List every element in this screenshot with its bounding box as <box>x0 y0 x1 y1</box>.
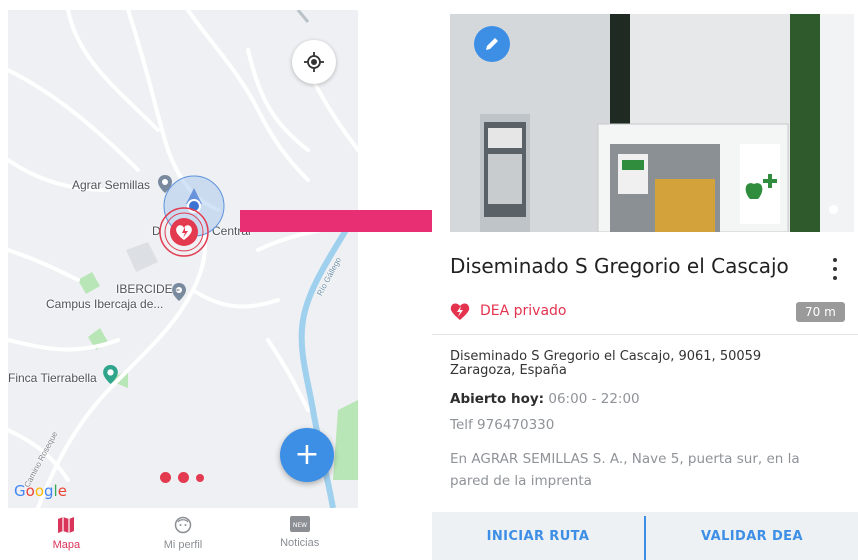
nav-label-mapa: Mapa <box>52 539 81 551</box>
locate-button[interactable] <box>292 40 336 84</box>
bottom-nav: Mapa Mi perfil NEW Noticias <box>8 508 358 560</box>
aed-marker-icon[interactable] <box>158 206 210 258</box>
nav-label-noticias: Noticias <box>280 537 320 549</box>
aed-type-label: DEA privado <box>480 303 567 319</box>
dot <box>178 472 189 483</box>
hours-value: 06:00 - 22:00 <box>548 391 640 407</box>
photo-indicator-dot <box>829 205 838 214</box>
pagination-dots <box>160 472 204 483</box>
google-logo: Google <box>14 482 67 500</box>
start-route-button[interactable]: INICIAR RUTA <box>432 512 644 560</box>
map-label-ibercide: IBERCIDE - <box>116 282 181 296</box>
aed-detail-screen: Diseminado S Gregorio el Cascajo DEA pri… <box>432 0 858 560</box>
face-icon <box>174 516 192 534</box>
aed-photo[interactable] <box>450 14 854 232</box>
nav-item-noticias[interactable]: NEW Noticias <box>241 508 358 560</box>
plus-icon: + <box>294 437 320 472</box>
validate-aed-button[interactable]: VALIDAR DEA <box>646 512 858 560</box>
aed-title: Diseminado S Gregorio el Cascajo <box>450 254 789 278</box>
my-location-icon <box>304 52 324 72</box>
map-icon <box>58 517 75 533</box>
aed-location-description: En AGRAR SEMILLAS S. A., Nave 5, puerta … <box>450 451 800 489</box>
aed-address: Diseminado S Gregorio el Cascajo, 9061, … <box>450 349 762 378</box>
map-label-campus: Campus Ibercaja de... <box>46 297 164 311</box>
nav-item-mi-perfil[interactable]: Mi perfil <box>125 508 242 560</box>
park-pin-icon[interactable] <box>103 365 118 384</box>
aed-type-row: DEA privado <box>450 302 567 320</box>
phone-number[interactable]: Telf 976470330 <box>450 417 554 433</box>
distance-badge: 70 m <box>796 302 845 322</box>
aed-heart-icon <box>450 303 470 320</box>
action-bar: INICIAR RUTA VALIDAR DEA <box>432 512 858 560</box>
map-label-finca: Finca Tierrabella <box>8 371 97 385</box>
hours-label: Abierto hoy: <box>450 391 545 407</box>
dot <box>160 472 171 483</box>
aed-cabinet-image <box>450 14 854 232</box>
new-badge-icon: NEW <box>289 516 310 532</box>
add-aed-button[interactable]: + <box>280 428 334 482</box>
more-options-icon[interactable] <box>830 258 840 280</box>
divider <box>432 334 858 335</box>
svg-text:NEW: NEW <box>293 522 307 529</box>
edit-photo-button[interactable] <box>474 26 510 62</box>
nav-label-mi-perfil: Mi perfil <box>163 539 203 551</box>
map-screen: Agrar Semillas D Central IBERCIDE - Camp… <box>8 10 358 560</box>
nav-item-mapa[interactable]: Mapa <box>8 508 125 560</box>
opening-hours: Abierto hoy: 06:00 - 22:00 <box>450 391 640 407</box>
pencil-icon <box>486 38 498 50</box>
dot <box>196 473 204 482</box>
map-view[interactable]: Agrar Semillas D Central IBERCIDE - Camp… <box>8 10 358 508</box>
map-label-agrar: Agrar Semillas <box>72 178 151 192</box>
